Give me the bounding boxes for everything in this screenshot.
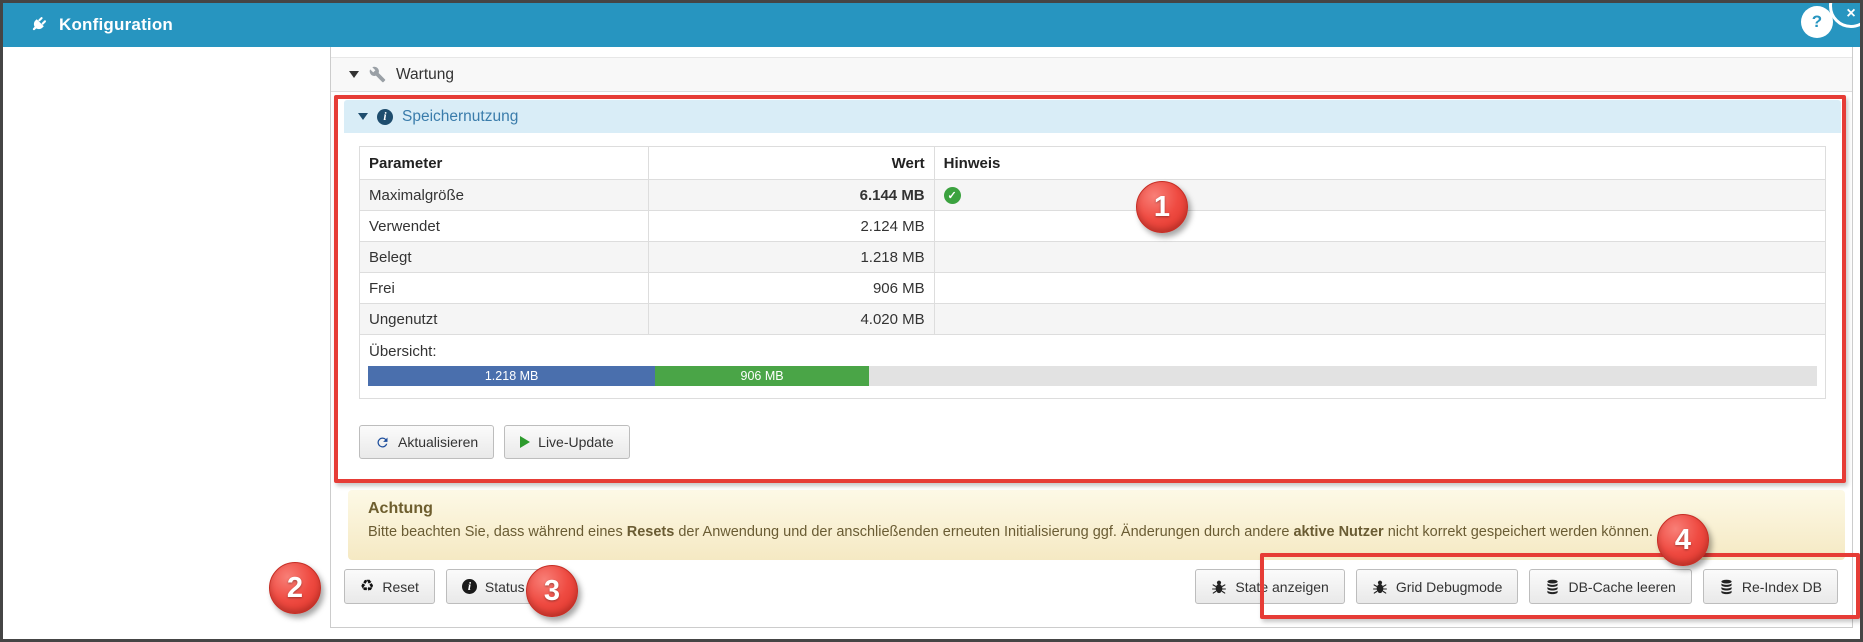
database-icon (1719, 579, 1734, 595)
bug-icon (1211, 579, 1227, 595)
button-label: DB-Cache leeren (1568, 579, 1675, 595)
aktualisieren-button[interactable]: Aktualisieren (359, 425, 494, 459)
table-row: Belegt 1.218 MB (360, 242, 1826, 273)
panel-actions: Aktualisieren Live-Update (359, 425, 1826, 459)
overview-row: Übersicht: 1.218 MB 906 MB (360, 335, 1826, 399)
button-label: Status (485, 579, 525, 595)
warning-text: Bitte beachten Sie, dass während eines R… (368, 524, 1825, 540)
database-icon (1545, 579, 1560, 595)
hinweis-cell (934, 242, 1825, 273)
window-titlebar: Konfiguration (3, 3, 1860, 47)
param-cell: Belegt (360, 242, 649, 273)
recycle-icon: ♻ (360, 579, 374, 595)
info-icon (462, 579, 477, 594)
param-cell: Maximalgröße (360, 180, 649, 211)
hinweis-cell (934, 211, 1825, 242)
re-index-db-button[interactable]: Re-Index DB (1703, 569, 1838, 604)
annotation-badge-2: 2 (269, 562, 321, 614)
bug-icon (1372, 579, 1388, 595)
button-label: Re-Index DB (1742, 579, 1822, 595)
column-header-parameter: Parameter (360, 147, 649, 180)
collapse-caret-icon[interactable] (358, 113, 368, 120)
param-cell: Frei (360, 273, 649, 304)
refresh-icon (375, 435, 390, 450)
grid-debugmode-button[interactable]: Grid Debugmode (1356, 569, 1519, 604)
wert-cell: 2.124 MB (648, 211, 934, 242)
close-icon (1832, 5, 1863, 23)
info-icon (377, 109, 393, 125)
overview-cell: Übersicht: 1.218 MB 906 MB (360, 335, 1826, 399)
speichernutzung-title: Speichernutzung (402, 108, 518, 126)
collapse-caret-icon[interactable] (349, 71, 359, 78)
overview-label: Übersicht: (369, 343, 1817, 360)
column-header-wert: Wert (648, 147, 934, 180)
wartung-section-title: Wartung (396, 66, 454, 84)
reset-button[interactable]: ♻ Reset (344, 569, 435, 604)
content-panel: Wartung Speichernutzung Parameter Wert H… (330, 47, 1853, 628)
table-row: Frei 906 MB (360, 273, 1826, 304)
wrench-icon (369, 66, 386, 83)
bar-segment-belegt: 1.218 MB (368, 366, 655, 386)
button-label: Live-Update (538, 434, 614, 450)
warning-box: Achtung Bitte beachten Sie, dass während… (348, 490, 1845, 560)
hinweis-cell (934, 273, 1825, 304)
table-row: Ungenutzt 4.020 MB (360, 304, 1826, 335)
button-label: Reset (382, 579, 419, 595)
hinweis-cell (934, 180, 1825, 211)
plug-icon (27, 15, 48, 36)
bar-segment-frei: 906 MB (655, 366, 869, 386)
wartung-section-header[interactable]: Wartung (331, 57, 1852, 92)
speichernutzung-panel: Speichernutzung Parameter Wert Hinweis (344, 100, 1841, 474)
wert-cell: 6.144 MB (648, 180, 934, 211)
bar-segment-label: 906 MB (741, 369, 784, 383)
memory-table: Parameter Wert Hinweis Maximalgröße 6.14… (359, 146, 1826, 399)
table-header-row: Parameter Wert Hinweis (360, 147, 1826, 180)
window-title: Konfiguration (59, 15, 173, 35)
button-label: Aktualisieren (398, 434, 478, 450)
live-update-button[interactable]: Live-Update (504, 425, 630, 459)
memory-usage-bar: 1.218 MB 906 MB (368, 366, 1817, 386)
speichernutzung-body: Parameter Wert Hinweis Maximalgröße 6.14… (344, 133, 1841, 474)
button-label: State anzeigen (1235, 579, 1328, 595)
column-header-hinweis: Hinweis (934, 147, 1825, 180)
check-icon (944, 187, 961, 204)
configuration-window: Konfiguration Wartung Speichernutzung (0, 0, 1863, 642)
wert-cell: 1.218 MB (648, 242, 934, 273)
play-icon (520, 436, 530, 448)
status-button[interactable]: Status (446, 569, 541, 604)
button-label: Grid Debugmode (1396, 579, 1503, 595)
warning-title: Achtung (368, 500, 1825, 518)
state-anzeigen-button[interactable]: State anzeigen (1195, 569, 1344, 604)
footer-right-buttons: State anzeigen Grid Debugmode DB-Cache l… (1195, 569, 1838, 604)
wert-cell: 906 MB (648, 273, 934, 304)
table-row: Maximalgröße 6.144 MB (360, 180, 1826, 211)
table-row: Verwendet 2.124 MB (360, 211, 1826, 242)
param-cell: Verwendet (360, 211, 649, 242)
wert-cell: 4.020 MB (648, 304, 934, 335)
footer-toolbar: ♻ Reset Status State anzeigen (344, 569, 1838, 604)
hinweis-cell (934, 304, 1825, 335)
param-cell: Ungenutzt (360, 304, 649, 335)
close-button[interactable] (1829, 0, 1863, 28)
db-cache-leeren-button[interactable]: DB-Cache leeren (1529, 569, 1691, 604)
bar-segment-label: 1.218 MB (485, 369, 539, 383)
speichernutzung-header[interactable]: Speichernutzung (344, 100, 1841, 133)
footer-left-buttons: ♻ Reset Status (344, 569, 541, 604)
help-button[interactable] (1801, 6, 1833, 38)
